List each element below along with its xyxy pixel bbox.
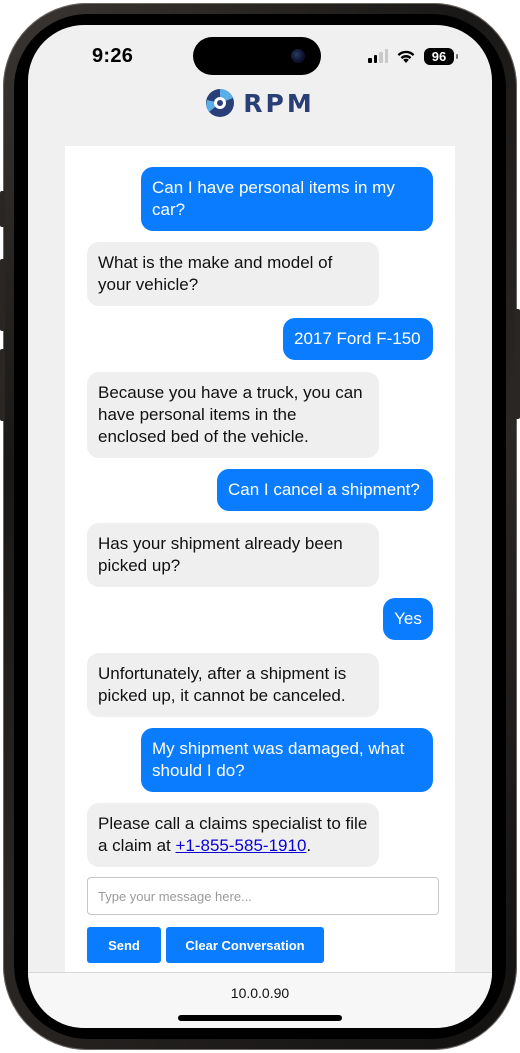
user-message: Can I cancel a shipment? — [217, 469, 433, 511]
cellular-signal-icon — [368, 49, 388, 63]
bot-message: Because you have a truck, you can have p… — [87, 372, 379, 458]
volume-up-button — [0, 259, 5, 331]
camera-icon — [291, 49, 305, 63]
address-bar[interactable]: 10.0.0.90 — [28, 985, 492, 1001]
user-message: My shipment was damaged, what should I d… — [141, 728, 433, 792]
message-input[interactable] — [87, 877, 439, 915]
chat-panel: Can I have personal items in my car? Wha… — [65, 146, 455, 976]
status-icons: 96 — [368, 44, 458, 68]
browser-bottom-bar: 10.0.0.90 — [28, 972, 492, 1028]
volume-down-button — [0, 349, 5, 421]
bot-message: Has your shipment already been picked up… — [87, 523, 379, 587]
action-button — [0, 191, 5, 227]
bot-message: Please call a claims specialist to file … — [87, 803, 379, 867]
home-indicator[interactable] — [178, 1015, 342, 1021]
user-message: Can I have personal items in my car? — [141, 167, 433, 231]
phone-link[interactable]: +1-855-585-1910 — [175, 836, 306, 855]
brand-name: RPM — [243, 88, 315, 118]
rpm-logo-icon — [206, 89, 235, 117]
app-header: RPM — [28, 83, 492, 123]
user-message: Yes — [383, 598, 433, 640]
status-time: 9:26 — [92, 45, 134, 67]
power-button — [515, 309, 520, 419]
dynamic-island — [193, 37, 321, 75]
screen: 9:26 96 RPM Can I have personal items in… — [28, 25, 492, 1028]
bot-message: What is the make and model of your vehic… — [87, 242, 379, 306]
bot-message: Unfortunately, after a shipment is picke… — [87, 653, 379, 717]
clear-conversation-button[interactable]: Clear Conversation — [166, 927, 324, 963]
user-message: 2017 Ford F-150 — [283, 318, 433, 360]
send-button[interactable]: Send — [87, 927, 161, 963]
wifi-icon — [397, 50, 415, 63]
battery-icon: 96 — [424, 47, 458, 65]
